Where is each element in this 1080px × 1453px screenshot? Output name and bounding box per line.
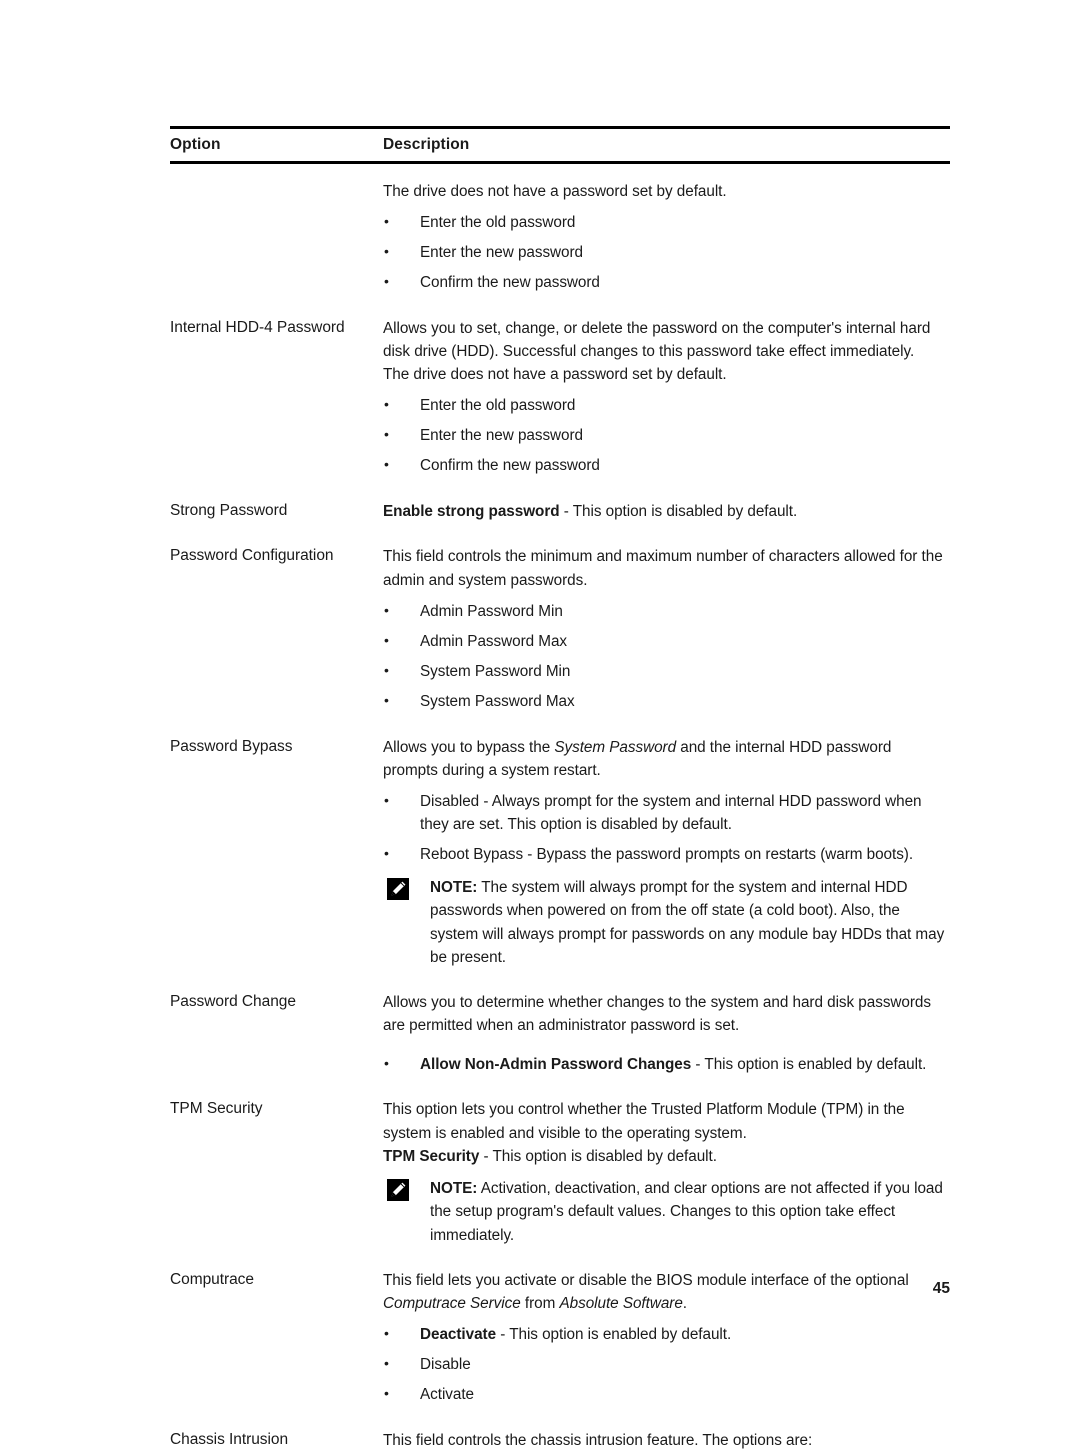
note-block: NOTE: The system will always prompt for … [383,876,950,969]
description-paragraph: The drive does not have a password set b… [383,366,727,384]
bullet-list: Allow Non-Admin Password Changes - This … [383,1053,950,1077]
list-item: Confirm the new password [383,271,950,295]
note-label: NOTE: [430,879,478,897]
list-item: Enter the old password [383,211,950,235]
description-text: - This option is disabled by default. [479,1147,717,1165]
option-label: Strong Password [170,502,288,520]
description-cell: This field controls the chassis intrusio… [383,1429,950,1452]
note-label: NOTE: [430,1180,478,1198]
table-row: Strong Password Enable strong password -… [170,500,950,523]
option-label: Password Bypass [170,737,293,755]
description-paragraph: This field lets you activate or disable … [383,1269,950,1316]
options-table: Option Description The drive does not ha… [170,126,950,1453]
column-header-description: Description [383,136,470,153]
list-item: Confirm the new password [383,454,950,478]
description-paragraph: Enable strong password - This option is … [383,500,950,523]
list-item-text: - This option is enabled by default. [496,1326,732,1344]
option-label: Password Change [170,993,296,1011]
emphasis-text: Deactivate [420,1326,497,1344]
dell-note-pencil-icon [387,878,409,901]
document-page: Option Description The drive does not ha… [0,0,1080,1449]
option-label: Computrace [170,1270,254,1288]
table-row: The drive does not have a password set b… [170,180,950,295]
bullet-list: Admin Password Min Admin Password Max Sy… [383,600,950,714]
list-item: Reboot Bypass - Bypass the password prom… [383,843,950,867]
description-paragraph: This option lets you control whether the… [383,1101,905,1142]
table-row: Password Configuration This field contro… [170,545,950,713]
option-label [170,180,383,181]
page-number: 45 [932,1280,950,1297]
list-item: Deactivate - This option is enabled by d… [383,1323,950,1347]
table-row: Computrace This field lets you activate … [170,1269,950,1407]
table-row: TPM Security This option lets you contro… [170,1098,950,1247]
italic-term: Computrace Service [383,1295,521,1313]
description-paragraph: The drive does not have a password set b… [383,182,727,200]
list-item: Disable [383,1353,950,1377]
description-text: Allows you to bypass the [383,738,555,756]
description-cell: Allows you to set, change, or delete the… [383,317,950,479]
emphasis-text: Allow Non-Admin Password Changes [420,1055,692,1073]
column-header-option: Option [170,136,221,153]
description-paragraph: Allows you to bypass the System Password… [383,736,950,783]
list-item: System Password Max [383,690,950,714]
note-text: The system will always prompt for the sy… [430,879,945,966]
list-item: Disabled - Always prompt for the system … [383,790,950,837]
description-paragraph: This field controls the chassis intrusio… [383,1432,813,1450]
italic-term: System Password [554,738,677,756]
emphasis-text: Enable strong password [383,503,560,521]
description-cell: The drive does not have a password set b… [383,180,950,295]
note-text: Activation, deactivation, and clear opti… [430,1180,943,1244]
list-item: Enter the new password [383,241,950,265]
description-cell: Enable strong password - This option is … [383,500,950,523]
table-row: Chassis Intrusion This field controls th… [170,1429,950,1452]
list-item: Enter the old password [383,394,950,418]
list-item: System Password Min [383,660,950,684]
table-row: Internal HDD-4 Password Allows you to se… [170,317,950,479]
emphasis-text: TPM Security [383,1147,480,1165]
description-cell: This field controls the minimum and maxi… [383,545,950,713]
description-cell: This option lets you control whether the… [383,1098,950,1247]
bullet-list: Deactivate - This option is enabled by d… [383,1323,950,1407]
list-item: Activate [383,1383,950,1407]
description-paragraph: Allows you to determine whether changes … [383,994,931,1035]
bullet-list: Disabled - Always prompt for the system … [383,790,950,867]
note-block: NOTE: Activation, deactivation, and clea… [383,1177,950,1247]
description-text: . [682,1295,687,1313]
option-label: Password Configuration [170,547,334,565]
list-item: Allow Non-Admin Password Changes - This … [383,1053,950,1077]
description-cell: Allows you to determine whether changes … [383,991,950,1076]
list-item-text: - This option is enabled by default. [691,1055,927,1073]
description-text: This field lets you activate or disable … [383,1271,909,1289]
description-text: from [520,1295,560,1313]
table-row: Password Bypass Allows you to bypass the… [170,736,950,969]
description-cell: Allows you to bypass the System Password… [383,736,950,969]
table-row: Password Change Allows you to determine … [170,991,950,1076]
description-text: - This option is disabled by default. [559,503,798,521]
italic-term: Absolute Software [559,1295,683,1313]
bullet-list: Enter the old password Enter the new pas… [383,394,950,478]
bullet-list: Enter the old password Enter the new pas… [383,211,950,295]
option-label: Chassis Intrusion [170,1431,289,1449]
dell-note-pencil-icon [387,1179,409,1202]
list-item: Enter the new password [383,424,950,448]
table-header-row: Option Description [170,129,950,161]
list-item: Admin Password Max [383,630,950,654]
description-paragraph: This field controls the minimum and maxi… [383,548,943,589]
description-paragraph: TPM Security - This option is disabled b… [383,1145,950,1168]
option-label: Internal HDD-4 Password [170,318,345,336]
description-paragraph: Allows you to set, change, or delete the… [383,319,931,360]
list-item: Admin Password Min [383,600,950,624]
description-cell: This field lets you activate or disable … [383,1269,950,1407]
option-label: TPM Security [170,1100,263,1118]
